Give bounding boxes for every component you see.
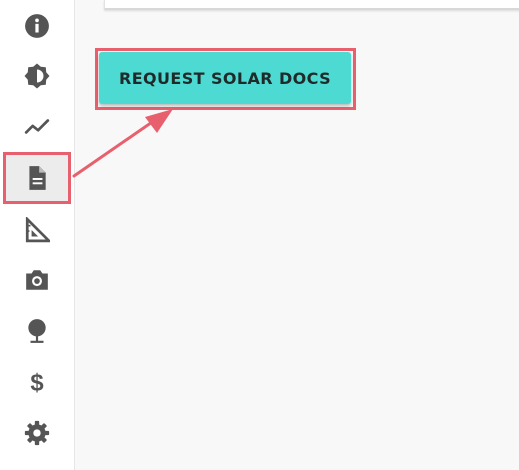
sidebar-item-info[interactable] [0,0,74,52]
set-square-icon [25,217,50,243]
brightness-icon [24,63,50,89]
document-icon [29,166,46,190]
sidebar-item-brightness[interactable] [0,50,74,102]
sidebar-item-documents[interactable] [3,152,71,204]
sidebar-item-trends[interactable] [0,101,74,153]
tree-icon [28,319,46,343]
info-icon [25,14,49,38]
sidebar: $ [0,0,75,470]
camera-icon [26,270,48,290]
sidebar-item-pricing[interactable]: $ [0,356,74,408]
gear-icon [24,420,50,446]
sidebar-item-camera[interactable] [0,254,74,306]
sidebar-item-settings[interactable] [0,407,74,459]
top-card [104,0,519,10]
request-solar-docs-button[interactable]: REQUEST SOLAR DOCS [99,52,351,104]
dollar-icon: $ [30,370,43,395]
svg-text:$: $ [30,370,43,395]
trend-line-icon [24,119,50,134]
sidebar-item-trees[interactable] [0,305,74,357]
sidebar-item-measure[interactable] [0,204,74,256]
